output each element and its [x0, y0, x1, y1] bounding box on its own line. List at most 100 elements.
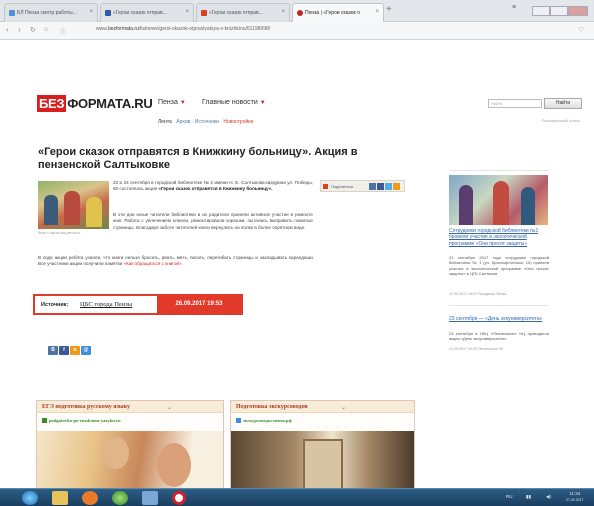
search-button[interactable]: Найти — [544, 98, 582, 109]
widget-header: Подготовка экскурсоводов ⌄ — [231, 401, 414, 413]
site-logo[interactable]: БЕЗ ФОРМАТА.RU — [37, 95, 153, 112]
browser-tab-2[interactable]: «Герои сказок отправ... × — [100, 3, 194, 22]
clock[interactable]: 11:34 27.09.2017 — [566, 491, 584, 503]
menu-icon[interactable]: ≡ — [512, 4, 516, 11]
url-path: /listnews/geroi-skazok-otpravlyatsya-v-k… — [138, 26, 271, 32]
ad-widget-guides[interactable]: Подготовка экскурсоводов ⌄ экскурсоводы-… — [230, 400, 415, 492]
home-icon[interactable]: ⌂ — [44, 26, 48, 33]
advanced-search-link[interactable]: Расширенный поиск — [542, 118, 580, 123]
mail-icon[interactable]: @ — [81, 346, 91, 355]
logo-text: ФОРМАТА.RU — [67, 96, 153, 111]
main-news-label: Главные новости — [202, 99, 258, 106]
tab-label: БЛ Пенза смотр работы... — [17, 10, 77, 16]
app-icon[interactable] — [142, 491, 158, 505]
source-box: Источник: ЦБС города Пензы 26.09.2017 19… — [33, 294, 243, 315]
divider — [449, 170, 549, 171]
source-label: Источник: — [41, 302, 69, 308]
maximize-button[interactable] — [550, 6, 568, 16]
address-bar: ‹ › ↻ ⌂ ⓘ www.bezformata.ru/listnews/ger… — [0, 22, 594, 40]
tab-favicon-icon — [9, 10, 15, 16]
publish-date: 26.09.2017 19:53 — [157, 296, 241, 313]
chevron-down-icon[interactable]: ⌄ — [341, 404, 346, 411]
search-input[interactable]: Найти — [488, 99, 542, 108]
p1-bold: «Герои сказок отправятся в Книжкину боль… — [158, 186, 273, 192]
source-link[interactable]: ЦБС города Пензы — [80, 301, 132, 308]
chevron-down-icon: ▼ — [259, 100, 266, 106]
odnoklassniki-icon[interactable]: о — [70, 346, 80, 355]
tab-label: Пенза | «Герои сказок о — [305, 10, 360, 16]
minimize-button[interactable] — [532, 6, 550, 16]
subnav-sources[interactable]: Источники — [195, 119, 219, 125]
vk-icon[interactable]: В — [48, 346, 58, 355]
main-news-dropdown[interactable]: Главные новости ▼ — [202, 99, 266, 106]
sidebar-news-date-2: 22.09.2017 09:03 Пензенская ЛК — [449, 347, 503, 351]
facebook-icon[interactable] — [377, 183, 384, 190]
url-domain: bezformata.ru — [107, 26, 139, 32]
widget-image — [231, 431, 414, 491]
browser-tab-3[interactable]: «Герои сказок отправ... × — [196, 3, 290, 22]
share-icon — [323, 184, 328, 189]
city-selector[interactable]: Пенза ▼ — [158, 99, 186, 106]
new-tab-button[interactable]: + — [386, 4, 392, 15]
logo-red-part: БЕЗ — [37, 95, 67, 112]
close-window-button[interactable] — [568, 6, 588, 16]
opera-icon[interactable] — [172, 491, 186, 505]
back-icon[interactable]: ‹ — [6, 25, 9, 34]
widget-title: Подготовка экскурсоводов — [236, 404, 308, 410]
facebook-icon[interactable]: f — [59, 346, 69, 355]
photo-face — [157, 443, 191, 487]
widget-subtitle[interactable]: podgotovka-po-russkomu-yazyku.ru — [42, 418, 121, 423]
subnav-new-buildings[interactable]: Новостройки — [223, 119, 253, 125]
photo-figure — [459, 185, 473, 225]
odnoklassniki-icon[interactable] — [393, 183, 400, 190]
p3-link[interactable]: «Как обращаться с книгой». — [123, 261, 182, 266]
reload-icon[interactable]: ↻ — [30, 26, 36, 34]
article-paragraph-1: 23 и 24 сентября в городской библиотеке … — [113, 180, 313, 193]
forward-icon[interactable]: › — [18, 25, 21, 34]
site-info-icon[interactable]: ⓘ — [60, 27, 66, 36]
widget-image — [37, 431, 223, 491]
close-tab-icon[interactable]: × — [281, 9, 285, 15]
sidebar-news-link-2[interactable]: 23 сентября — «День экоуниверситета» — [449, 316, 549, 322]
browser-icon[interactable] — [112, 491, 128, 505]
explorer-icon[interactable] — [52, 491, 68, 505]
clock-date: 27.09.2017 — [566, 498, 584, 502]
subnav-archive[interactable]: Архив — [176, 119, 190, 125]
widget-subtitle[interactable]: экскурсоводы-пенза.рф — [236, 418, 292, 423]
divider — [449, 305, 549, 306]
language-indicator[interactable]: RU — [506, 494, 513, 499]
article-photo[interactable] — [38, 181, 109, 229]
widget-favicon-icon — [236, 418, 241, 423]
network-icon[interactable]: ▮▮ — [526, 494, 531, 500]
url-field[interactable]: www.bezformata.ru/listnews/geroi-skazok-… — [96, 26, 270, 32]
sidebar-news-link-1[interactable]: Сотрудники городской библиотеки №1 прове… — [449, 228, 549, 247]
close-tab-icon[interactable]: × — [89, 9, 93, 15]
media-player-icon[interactable] — [82, 491, 98, 505]
widget-header: ЕГЭ подготовка русскому языку ⌄ — [37, 401, 223, 413]
chevron-down-icon[interactable]: ⌄ — [167, 404, 172, 411]
start-button[interactable] — [22, 491, 38, 505]
sidebar-news-text-2: 23 сентября в НКЦ «Пензенское» НЦ провод… — [449, 331, 549, 342]
tab-label: «Герои сказок отправ... — [209, 10, 263, 16]
sidebar-news-text-1: 21 сентября 2017 года сотрудники городск… — [449, 255, 549, 276]
close-tab-icon[interactable]: × — [185, 9, 189, 15]
tab-label: «Герои сказок отправ... — [113, 10, 167, 16]
bookmark-icon[interactable]: ♡ — [578, 26, 584, 34]
widget-sub-text: экскурсоводы-пенза.рф — [243, 418, 292, 423]
ad-widget-ege[interactable]: ЕГЭ подготовка русскому языку ⌄ podgotov… — [36, 400, 224, 492]
volume-icon[interactable]: ◀) — [546, 494, 551, 500]
chevron-down-icon: ▼ — [179, 100, 186, 106]
vk-icon[interactable] — [369, 183, 376, 190]
subnav-feed[interactable]: Лента — [158, 119, 172, 125]
browser-tab-active[interactable]: Пенза | «Герои сказок о × — [292, 3, 384, 22]
article-title: «Герои сказок отправятся в Книжкину боль… — [38, 146, 358, 171]
twitter-icon[interactable] — [385, 183, 392, 190]
photo-figure — [521, 187, 535, 225]
sidebar-news-photo[interactable] — [449, 175, 548, 225]
close-tab-icon[interactable]: × — [375, 9, 379, 15]
browser-tab-1[interactable]: БЛ Пенза смотр работы... × — [4, 3, 98, 22]
tab-favicon-icon — [105, 10, 111, 16]
article-paragraph-3: В ходе акции ребята узнали, что книги не… — [38, 255, 314, 268]
browser-tab-strip: БЛ Пенза смотр работы... × «Герои сказок… — [0, 0, 594, 22]
clock-time: 11:34 — [569, 491, 581, 496]
